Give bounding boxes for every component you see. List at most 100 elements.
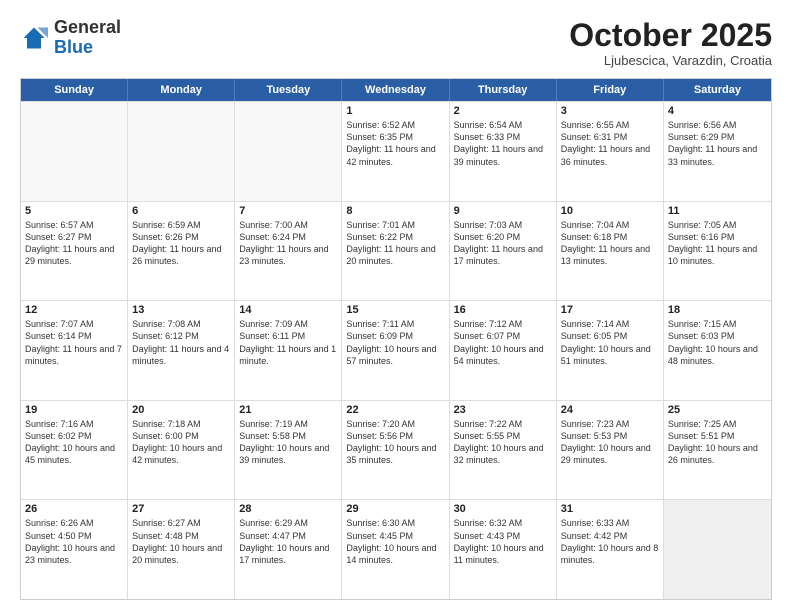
day-info: Sunrise: 7:04 AM Sunset: 6:18 PM Dayligh… [561,219,659,268]
day-info: Sunrise: 6:33 AM Sunset: 4:42 PM Dayligh… [561,517,659,566]
day-cell: 26Sunrise: 6:26 AM Sunset: 4:50 PM Dayli… [21,500,128,599]
day-cell [235,102,342,201]
day-number: 14 [239,304,337,316]
day-info: Sunrise: 7:15 AM Sunset: 6:03 PM Dayligh… [668,318,767,367]
logo: General Blue [20,18,121,58]
day-info: Sunrise: 7:20 AM Sunset: 5:56 PM Dayligh… [346,418,444,467]
day-info: Sunrise: 7:07 AM Sunset: 6:14 PM Dayligh… [25,318,123,367]
day-info: Sunrise: 7:16 AM Sunset: 6:02 PM Dayligh… [25,418,123,467]
day-cell [664,500,771,599]
day-cell: 19 Sunrise: 7:16 AM Sunset: 6:02 PM Dayli… [21,401,128,500]
day-cell: 10 Sunrise: 7:04 AM Sunset: 6:18 PM Dayli… [557,202,664,301]
day-cell: 17Sunrise: 7:14 AM Sunset: 6:05 PM Dayli… [557,301,664,400]
day-number: 25 [668,404,767,416]
day-number: 16 [454,304,552,316]
day-number: 4 [668,105,767,117]
calendar: SundayMondayTuesdayWednesdayThursdayFrid… [20,78,772,600]
day-number: 24 [561,404,659,416]
day-cell: 7Sunrise: 7:00 AM Sunset: 6:24 PM Daylig… [235,202,342,301]
top-section: General Blue October 2025 Ljubescica, Va… [20,18,772,68]
day-number: 28 [239,503,337,515]
day-number: 11 [668,205,767,217]
day-info: Sunrise: 7:22 AM Sunset: 5:55 PM Dayligh… [454,418,552,467]
day-number: 31 [561,503,659,515]
day-cell: 23Sunrise: 7:22 AM Sunset: 5:55 PM Dayli… [450,401,557,500]
day-number: 19 [25,404,123,416]
day-cell [128,102,235,201]
day-info: Sunrise: 6:57 AM Sunset: 6:27 PM Dayligh… [25,219,123,268]
day-cell: 21Sunrise: 7:19 AM Sunset: 5:58 PM Dayli… [235,401,342,500]
day-info: Sunrise: 7:18 AM Sunset: 6:00 PM Dayligh… [132,418,230,467]
day-cell: 6 Sunrise: 6:59 AM Sunset: 6:26 PM Daylig… [128,202,235,301]
day-cell: 27 Sunrise: 6:27 AM Sunset: 4:48 PM Dayli… [128,500,235,599]
logo-blue: Blue [54,37,93,57]
day-cell: 25 Sunrise: 7:25 AM Sunset: 5:51 PM Dayli… [664,401,771,500]
location-subtitle: Ljubescica, Varazdin, Croatia [569,53,772,68]
day-cell: 5 Sunrise: 6:57 AM Sunset: 6:27 PM Daylig… [21,202,128,301]
day-cell: 20 Sunrise: 7:18 AM Sunset: 6:00 PM Dayli… [128,401,235,500]
header-cell-friday: Friday [557,79,664,101]
day-number: 1 [346,105,444,117]
day-cell: 1 Sunrise: 6:52 AM Sunset: 6:35 PM Daylig… [342,102,449,201]
day-cell [21,102,128,201]
header-cell-tuesday: Tuesday [235,79,342,101]
logo-general: General [54,17,121,37]
day-info: Sunrise: 6:26 AM Sunset: 4:50 PM Dayligh… [25,517,123,566]
day-info: Sunrise: 6:55 AM Sunset: 6:31 PM Dayligh… [561,119,659,168]
day-cell: 2 Sunrise: 6:54 AM Sunset: 6:33 PM Daylig… [450,102,557,201]
title-block: October 2025 Ljubescica, Varazdin, Croat… [569,18,772,68]
day-info: Sunrise: 7:03 AM Sunset: 6:20 PM Dayligh… [454,219,552,268]
header-cell-monday: Monday [128,79,235,101]
day-info: Sunrise: 7:05 AM Sunset: 6:16 PM Dayligh… [668,219,767,268]
day-cell: 4 Sunrise: 6:56 AM Sunset: 6:29 PM Daylig… [664,102,771,201]
day-info: Sunrise: 6:59 AM Sunset: 6:26 PM Dayligh… [132,219,230,268]
day-number: 3 [561,105,659,117]
header-cell-wednesday: Wednesday [342,79,449,101]
day-cell: 14 Sunrise: 7:09 AM Sunset: 6:11 PM Dayli… [235,301,342,400]
day-number: 8 [346,205,444,217]
day-cell: 15Sunrise: 7:11 AM Sunset: 6:09 PM Dayli… [342,301,449,400]
day-number: 2 [454,105,552,117]
day-info: Sunrise: 7:25 AM Sunset: 5:51 PM Dayligh… [668,418,767,467]
day-info: Sunrise: 6:52 AM Sunset: 6:35 PM Dayligh… [346,119,444,168]
logo-text: General Blue [54,18,121,58]
week-row-1: 1 Sunrise: 6:52 AM Sunset: 6:35 PM Daylig… [21,101,771,201]
day-cell: 16Sunrise: 7:12 AM Sunset: 6:07 PM Dayli… [450,301,557,400]
header-cell-thursday: Thursday [450,79,557,101]
day-number: 6 [132,205,230,217]
day-cell: 3 Sunrise: 6:55 AM Sunset: 6:31 PM Daylig… [557,102,664,201]
day-info: Sunrise: 7:01 AM Sunset: 6:22 PM Dayligh… [346,219,444,268]
day-number: 20 [132,404,230,416]
header-cell-saturday: Saturday [664,79,771,101]
day-number: 29 [346,503,444,515]
day-info: Sunrise: 7:11 AM Sunset: 6:09 PM Dayligh… [346,318,444,367]
day-info: Sunrise: 6:27 AM Sunset: 4:48 PM Dayligh… [132,517,230,566]
day-number: 13 [132,304,230,316]
day-cell: 31 Sunrise: 6:33 AM Sunset: 4:42 PM Dayli… [557,500,664,599]
calendar-header: SundayMondayTuesdayWednesdayThursdayFrid… [21,79,771,101]
day-cell: 24 Sunrise: 7:23 AM Sunset: 5:53 PM Dayli… [557,401,664,500]
month-title: October 2025 [569,18,772,53]
day-cell: 12Sunrise: 7:07 AM Sunset: 6:14 PM Dayli… [21,301,128,400]
day-number: 27 [132,503,230,515]
day-info: Sunrise: 6:29 AM Sunset: 4:47 PM Dayligh… [239,517,337,566]
day-info: Sunrise: 6:30 AM Sunset: 4:45 PM Dayligh… [346,517,444,566]
day-cell: 29 Sunrise: 6:30 AM Sunset: 4:45 PM Dayli… [342,500,449,599]
day-info: Sunrise: 6:54 AM Sunset: 6:33 PM Dayligh… [454,119,552,168]
day-number: 17 [561,304,659,316]
day-info: Sunrise: 7:19 AM Sunset: 5:58 PM Dayligh… [239,418,337,467]
day-cell: 18Sunrise: 7:15 AM Sunset: 6:03 PM Dayli… [664,301,771,400]
day-number: 5 [25,205,123,217]
day-cell: 11 Sunrise: 7:05 AM Sunset: 6:16 PM Dayli… [664,202,771,301]
day-number: 10 [561,205,659,217]
day-info: Sunrise: 7:00 AM Sunset: 6:24 PM Dayligh… [239,219,337,268]
week-row-5: 26Sunrise: 6:26 AM Sunset: 4:50 PM Dayli… [21,499,771,599]
day-info: Sunrise: 6:56 AM Sunset: 6:29 PM Dayligh… [668,119,767,168]
logo-icon [20,24,48,52]
day-cell: 30Sunrise: 6:32 AM Sunset: 4:43 PM Dayli… [450,500,557,599]
day-info: Sunrise: 7:09 AM Sunset: 6:11 PM Dayligh… [239,318,337,367]
week-row-2: 5 Sunrise: 6:57 AM Sunset: 6:27 PM Daylig… [21,201,771,301]
day-info: Sunrise: 7:23 AM Sunset: 5:53 PM Dayligh… [561,418,659,467]
day-cell: 13Sunrise: 7:08 AM Sunset: 6:12 PM Dayli… [128,301,235,400]
header-cell-sunday: Sunday [21,79,128,101]
